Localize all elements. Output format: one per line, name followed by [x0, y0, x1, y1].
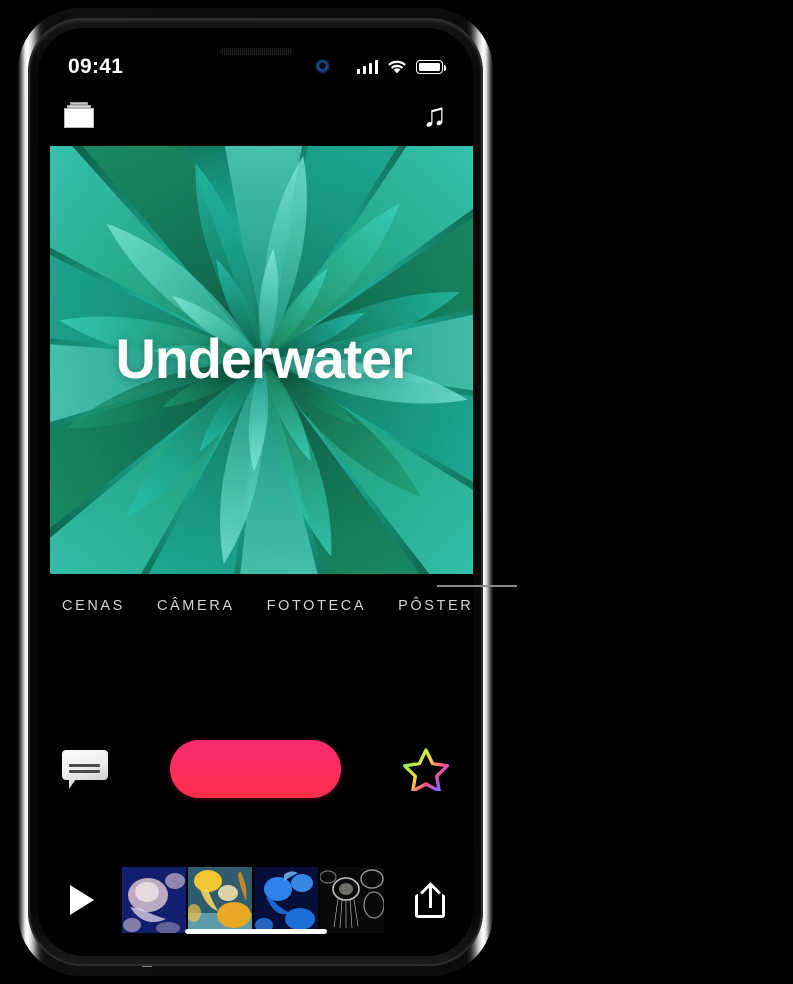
phone-device-frame: 09:41 ♫ Underwater CENAS CÂMERA FOTOTECA… — [18, 8, 493, 976]
status-bar-indicators — [356, 60, 447, 75]
music-note-icon[interactable]: ♫ — [422, 98, 447, 131]
clip-thumbnail-2[interactable] — [188, 867, 252, 933]
clip-thumbnail-3[interactable] — [254, 867, 318, 933]
callout-leader-line — [437, 585, 517, 587]
record-button[interactable] — [170, 740, 341, 798]
battery-icon — [416, 60, 447, 74]
rainbow-star-filters-icon[interactable] — [403, 747, 449, 791]
poster-preview[interactable]: Underwater — [50, 146, 473, 574]
projects-stack-icon[interactable] — [64, 100, 94, 128]
capture-controls-row — [38, 728, 473, 810]
phone-bezel: 09:41 ♫ Underwater CENAS CÂMERA FOTOTECA… — [28, 18, 483, 966]
app-top-bar: ♫ — [38, 88, 473, 140]
tab-fototeca[interactable]: FOTOTECA — [267, 598, 366, 614]
filmstrip — [122, 867, 384, 933]
tab-cenas[interactable]: CENAS — [62, 598, 125, 614]
home-indicator[interactable] — [184, 929, 327, 934]
phone-screen: 09:41 ♫ Underwater CENAS CÂMERA FOTOTECA… — [38, 28, 473, 956]
tab-camera[interactable]: CÂMERA — [157, 598, 235, 614]
timeline-row — [38, 866, 473, 934]
clip-thumbnail-1[interactable] — [122, 867, 186, 933]
browser-tab-bar: CENAS CÂMERA FOTOTECA PÔSTERES — [38, 590, 473, 622]
cellular-signal-icon — [356, 60, 378, 74]
tab-posteres[interactable]: PÔSTERES — [398, 598, 473, 614]
play-icon[interactable] — [70, 885, 94, 915]
speech-bubble-titles-icon[interactable] — [62, 750, 108, 789]
share-icon[interactable] — [415, 881, 449, 918]
clip-thumbnail-4[interactable] — [320, 867, 384, 933]
earpiece-speaker-grille — [219, 48, 292, 55]
poster-title-text: Underwater — [115, 327, 412, 391]
wifi-icon — [388, 60, 406, 73]
status-bar: 09:41 — [38, 50, 473, 84]
front-camera-lens — [315, 59, 330, 74]
status-bar-time: 09:41 — [68, 55, 124, 78]
